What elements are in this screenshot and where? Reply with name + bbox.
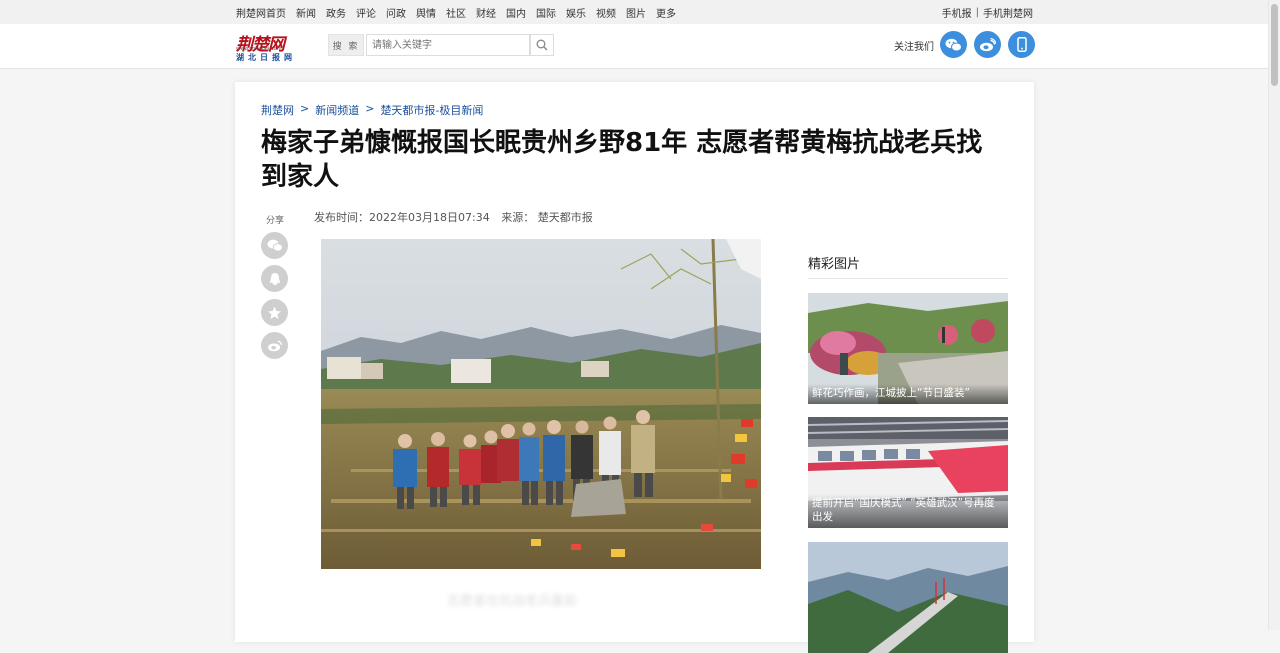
breadcrumb-item-source[interactable]: 楚天都市报-极目新闻	[380, 102, 483, 118]
breadcrumb-separator: >	[300, 102, 310, 115]
site-header: 荆楚网 www.cnhubei.com 湖北日报网 搜 索 关注我们	[0, 24, 1268, 69]
scrollbar-thumb[interactable]	[1271, 4, 1278, 86]
nav-link-finance[interactable]: 财经	[476, 5, 496, 20]
wechat-button[interactable]	[940, 31, 967, 58]
wechat-icon	[267, 239, 283, 252]
breadcrumb-separator: >	[365, 102, 375, 115]
sidebar-divider	[808, 278, 1008, 279]
search-label: 搜 索	[328, 34, 364, 56]
nav-link-entertainment[interactable]: 娱乐	[566, 5, 586, 20]
mobile-button[interactable]	[1008, 31, 1035, 58]
article-photo	[321, 239, 761, 569]
breadcrumb-item-home[interactable]: 荆楚网	[261, 102, 294, 118]
share-favorite-button[interactable]	[261, 299, 288, 326]
site-logo[interactable]: 荆楚网 www.cnhubei.com 湖北日报网	[236, 30, 302, 62]
mobile-paper-link[interactable]: 手机报	[942, 5, 972, 20]
nav-separator: |	[975, 6, 979, 18]
wechat-icon	[945, 38, 962, 51]
share-label: 分享	[266, 216, 285, 226]
search-input[interactable]	[366, 34, 530, 56]
weibo-button[interactable]	[974, 31, 1001, 58]
publish-time: 发布时间：2022年03月18日07:34	[314, 211, 490, 224]
sidebar-title: 精彩图片	[808, 257, 861, 272]
follow-us-label: 关注我们	[894, 42, 934, 53]
star-icon	[268, 306, 281, 319]
nav-link-international[interactable]: 国际	[536, 5, 556, 20]
nav-link-video[interactable]: 视频	[596, 5, 616, 20]
sidebar-picture-item[interactable]: 鲜花巧作画，江城披上“节日盛装”	[808, 293, 1008, 404]
nav-link-domestic[interactable]: 国内	[506, 5, 526, 20]
nav-link-more[interactable]: 更多	[656, 5, 676, 20]
sidebar-picture-caption: 鲜花巧作画，江城披上“节日盛装”	[808, 384, 1008, 404]
article-meta: 发布时间：2022年03月18日07:34 来源： 楚天都市报	[314, 209, 593, 225]
share-qq-button[interactable]	[261, 265, 288, 292]
page-scrollbar[interactable]	[1268, 0, 1280, 630]
nav-link-gov[interactable]: 政务	[326, 5, 346, 20]
top-nav-bar: 荆楚网首页 新闻 政务 评论 问政 舆情 社区 财经 国内 国际 娱乐 视频 图…	[0, 0, 1268, 25]
mobile-site-link[interactable]: 手机荆楚网	[983, 5, 1033, 20]
sidebar-picture-item[interactable]: 提前开启“国庆模式” “英雄武汉”号再度出发	[808, 417, 1008, 528]
breadcrumb: 荆楚网 > 新闻频道 > 楚天都市报-极目新闻	[261, 102, 483, 118]
sidebar-picture-caption: 提前开启“国庆模式” “英雄武汉”号再度出发	[808, 494, 1008, 528]
logo-subtitle: 湖北日报网	[236, 53, 296, 62]
nav-link-community[interactable]: 社区	[446, 5, 466, 20]
mobile-icon	[1016, 37, 1027, 52]
top-nav-links: 荆楚网首页 新闻 政务 评论 问政 舆情 社区 财经 国内 国际 娱乐 视频 图…	[236, 0, 686, 24]
weibo-icon	[267, 340, 282, 352]
nav-link-pictures[interactable]: 图片	[626, 5, 646, 20]
search-icon	[536, 39, 548, 51]
article-card: 荆楚网 > 新闻频道 > 楚天都市报-极目新闻 梅家子弟慷慨报国长眠贵州乡野81…	[235, 82, 1034, 653]
nav-link-inquiry[interactable]: 问政	[386, 5, 406, 20]
top-nav-right: 手机报 | 手机荆楚网	[942, 0, 1033, 24]
nav-link-news[interactable]: 新闻	[296, 5, 316, 20]
photo-caption: 志愿者在抗战老兵墓前	[447, 594, 578, 609]
share-wechat-button[interactable]	[261, 232, 288, 259]
share-weibo-button[interactable]	[261, 332, 288, 359]
nav-link-home[interactable]: 荆楚网首页	[236, 5, 286, 20]
weibo-icon	[980, 37, 996, 51]
article-source: 来源： 楚天都市报	[501, 211, 593, 224]
breadcrumb-item-news[interactable]: 新闻频道	[315, 102, 359, 118]
nav-link-opinion[interactable]: 舆情	[416, 5, 436, 20]
search-button[interactable]	[530, 34, 554, 56]
article-title: 梅家子弟慷慨报国长眠贵州乡野81年 志愿者帮黄梅抗战老兵找到家人	[261, 128, 983, 192]
sidebar-picture-item[interactable]	[808, 542, 1008, 653]
nav-link-comment[interactable]: 评论	[356, 5, 376, 20]
qq-icon	[269, 272, 280, 285]
